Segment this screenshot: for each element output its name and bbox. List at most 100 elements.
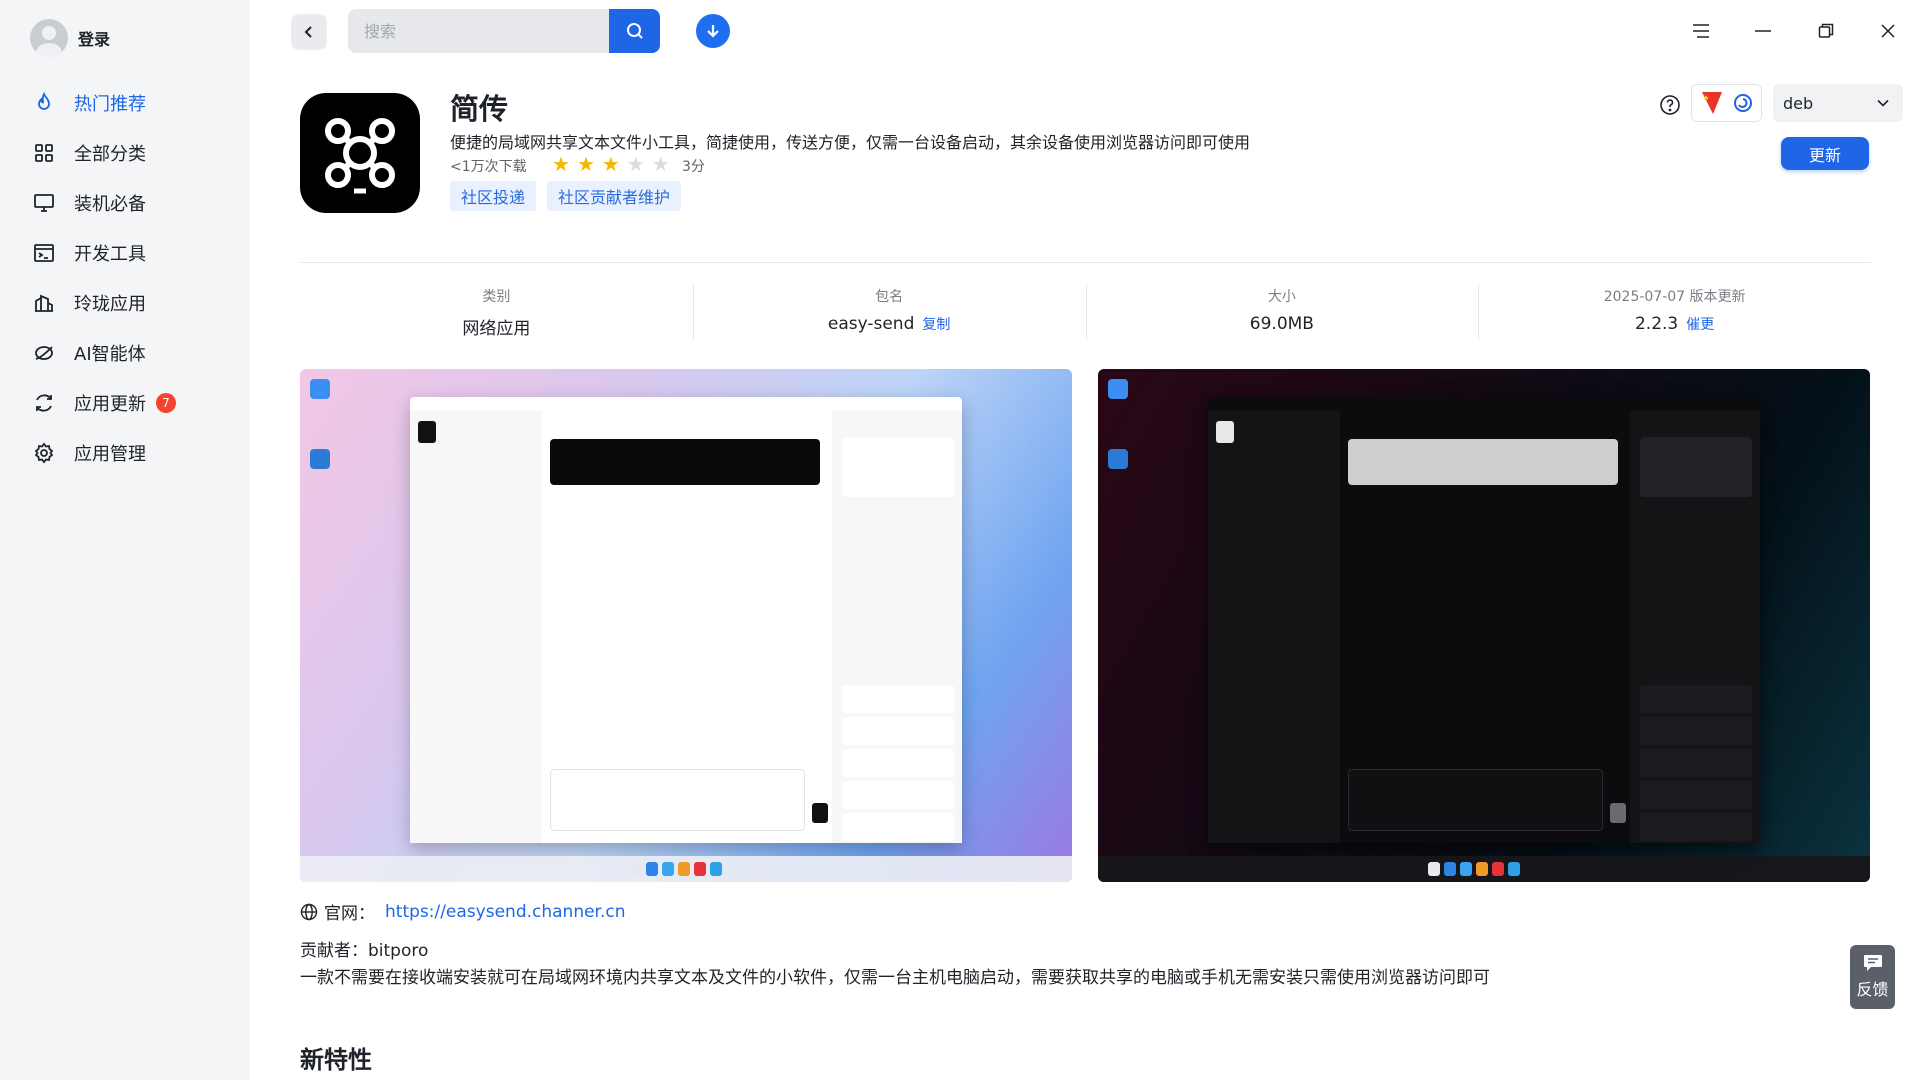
screenshot-light[interactable] — [300, 369, 1072, 882]
minimize-button[interactable] — [1748, 16, 1778, 46]
screenshot-message — [550, 439, 820, 485]
sidebar-item-label: AI智能体 — [74, 344, 146, 365]
info-label: 2025-07-07 版本更新 — [1603, 289, 1746, 305]
chevron-down-icon — [1877, 99, 1889, 107]
download-icon — [707, 25, 719, 38]
screenshot-window — [1208, 397, 1760, 843]
sidebar-item-dev-tools[interactable]: 开发工具 — [22, 228, 232, 278]
website-link[interactable]: https://easysend.channer.cn — [385, 902, 626, 922]
building-icon — [35, 294, 53, 312]
monitor-icon — [34, 194, 54, 212]
feedback-button[interactable]: 反馈 — [1850, 945, 1895, 1009]
screenshot-address-card — [1640, 437, 1752, 497]
star-icon: ★ — [576, 152, 595, 176]
terminal-icon — [34, 244, 54, 262]
screenshot-logo — [418, 421, 436, 443]
new-features-title: 新特性 — [300, 1046, 372, 1074]
package-name: easy-send — [827, 314, 915, 334]
screenshot-message — [1348, 439, 1618, 485]
screenshot-accordion — [842, 717, 954, 745]
search-button[interactable] — [609, 9, 660, 53]
back-button[interactable] — [291, 14, 327, 50]
source-selector[interactable] — [1691, 84, 1762, 122]
screenshot-accordion — [1640, 781, 1752, 809]
star-icon: ★ — [651, 152, 670, 176]
minimize-icon — [1755, 30, 1771, 32]
feedback-label: 反馈 — [1856, 980, 1889, 999]
screenshot-accordion — [842, 685, 954, 713]
vscode-icon — [1108, 449, 1128, 469]
star-icon: ★ — [626, 152, 645, 176]
sidebar: 登录 热门推荐 全部分类 装机必备 开发工具 玲珑应用 AI智能体 应用更新 7… — [0, 0, 250, 1080]
download-count: <1万次下载 — [450, 159, 527, 175]
china-flag-icon — [1701, 92, 1722, 114]
info-value: easy-send 复制 — [693, 314, 1086, 334]
version-number: 2.2.3 — [1634, 314, 1679, 334]
info-value: 网络应用 — [462, 319, 531, 339]
sidebar-nav: 热门推荐 全部分类 装机必备 开发工具 玲珑应用 AI智能体 应用更新 7 应用… — [22, 78, 232, 478]
sidebar-item-all-categories[interactable]: 全部分类 — [22, 128, 232, 178]
login-button[interactable]: 登录 — [30, 19, 110, 57]
screenshot-dark[interactable] — [1098, 369, 1870, 882]
screenshot-left-panel — [410, 411, 542, 843]
sidebar-item-label: 热门推荐 — [74, 94, 146, 115]
app-info-row: 类别 网络应用 包名 easy-send 复制 大小 69.0MB 2025-07… — [300, 284, 1871, 340]
app-description: 便捷的局域网共享文本文件小工具，简捷使用，传送方便，仅需一台设备启动，其余设备使… — [450, 133, 1251, 152]
menu-icon — [1693, 24, 1709, 38]
screenshot-left-panel — [1208, 411, 1340, 843]
update-button[interactable]: 更新 — [1781, 137, 1869, 170]
search-input[interactable] — [348, 9, 610, 53]
restore-button[interactable] — [1811, 16, 1841, 46]
ai-icon — [35, 346, 53, 360]
app-name: 简传 — [450, 92, 509, 126]
sidebar-item-hot[interactable]: 热门推荐 — [22, 78, 232, 128]
sidebar-item-label: 玲珑应用 — [74, 294, 146, 315]
gear-icon — [34, 442, 54, 464]
deepin-logo-icon — [1733, 94, 1752, 112]
star-icon: ★ — [601, 152, 620, 176]
screenshot-accordion — [1640, 749, 1752, 777]
sidebar-item-essentials[interactable]: 装机必备 — [22, 178, 232, 228]
sidebar-item-updates[interactable]: 应用更新 7 — [22, 378, 232, 428]
app-long-description: 一款不需要在接收端安装就可在局域网环境内共享文本及文件的小软件，仅需一台主机电脑… — [300, 968, 1490, 988]
info-package: 包名 easy-send 复制 — [692, 284, 1086, 340]
screenshot-window — [410, 397, 962, 843]
sidebar-item-manage[interactable]: 应用管理 — [22, 428, 232, 478]
screenshot-taskbar — [300, 856, 1072, 882]
update-count-badge: 7 — [156, 393, 176, 413]
close-button[interactable] — [1873, 16, 1903, 46]
screenshot-accordion — [1640, 717, 1752, 745]
sidebar-item-ai[interactable]: AI智能体 — [22, 328, 232, 378]
vscode-icon — [310, 449, 330, 469]
sidebar-item-label: 应用更新 — [74, 394, 146, 415]
screenshot-send — [1610, 803, 1626, 823]
sidebar-item-label: 装机必备 — [74, 194, 146, 215]
package-format-select[interactable]: deb — [1773, 84, 1903, 122]
desktop-icon — [1108, 379, 1128, 399]
website-row: 官网： https://easysend.channer.cn — [300, 899, 626, 924]
taskbar-apps — [1428, 862, 1520, 876]
divider — [300, 262, 1871, 263]
tag-community-maintained: 社区贡献者维护 — [547, 181, 682, 211]
sidebar-item-label: 开发工具 — [74, 244, 146, 265]
refresh-icon — [36, 394, 52, 412]
menu-button[interactable] — [1686, 16, 1716, 46]
info-category: 类别 网络应用 — [300, 284, 693, 340]
sidebar-item-linglong[interactable]: 玲珑应用 — [22, 278, 232, 328]
screenshot-accordion — [842, 781, 954, 809]
urge-update-link[interactable]: 催更 — [1686, 317, 1714, 333]
screenshot-input — [550, 769, 805, 831]
screenshot-accordion — [1640, 685, 1752, 713]
info-value: 2.2.3 催更 — [1478, 314, 1871, 334]
download-manager-button[interactable] — [696, 14, 730, 48]
screenshot-right-panel — [1630, 411, 1760, 843]
copy-link[interactable]: 复制 — [922, 317, 950, 333]
info-version: 2025-07-07 版本更新 2.2.3 催更 — [1478, 284, 1871, 340]
screenshot-logo — [1216, 421, 1234, 443]
app-icon — [300, 93, 420, 213]
desktop-icon — [310, 379, 330, 399]
screenshot-accordion — [842, 749, 954, 777]
info-label: 包名 — [875, 289, 904, 305]
help-icon[interactable] — [1659, 94, 1681, 116]
screenshot-accordion — [842, 813, 954, 841]
